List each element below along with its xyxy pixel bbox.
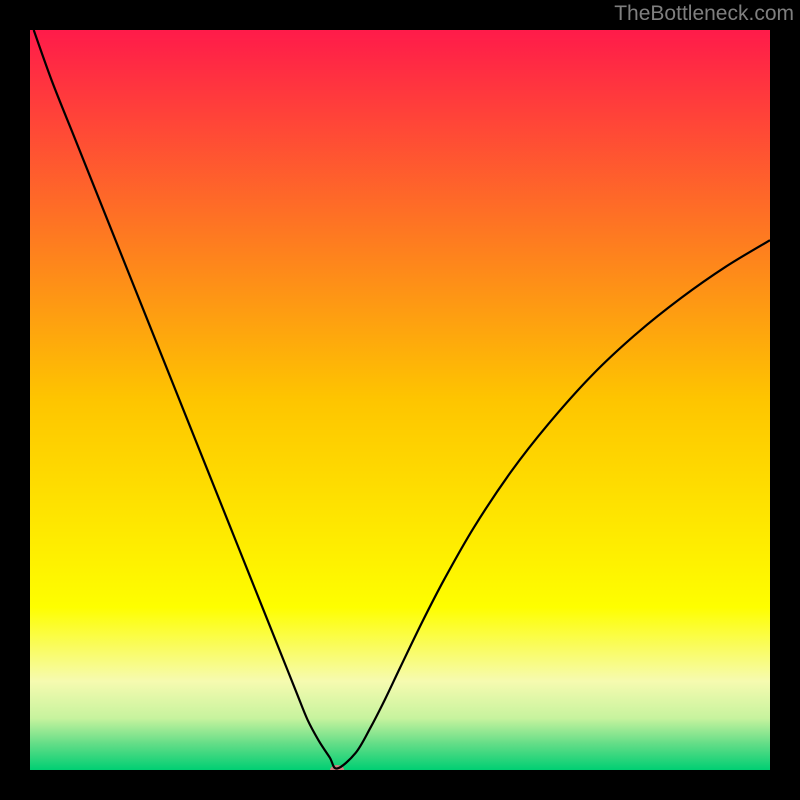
chart-frame: TheBottleneck.com [0, 0, 800, 800]
watermark-text: TheBottleneck.com [614, 2, 794, 26]
chart-background [30, 30, 770, 770]
bottleneck-chart [30, 30, 770, 770]
